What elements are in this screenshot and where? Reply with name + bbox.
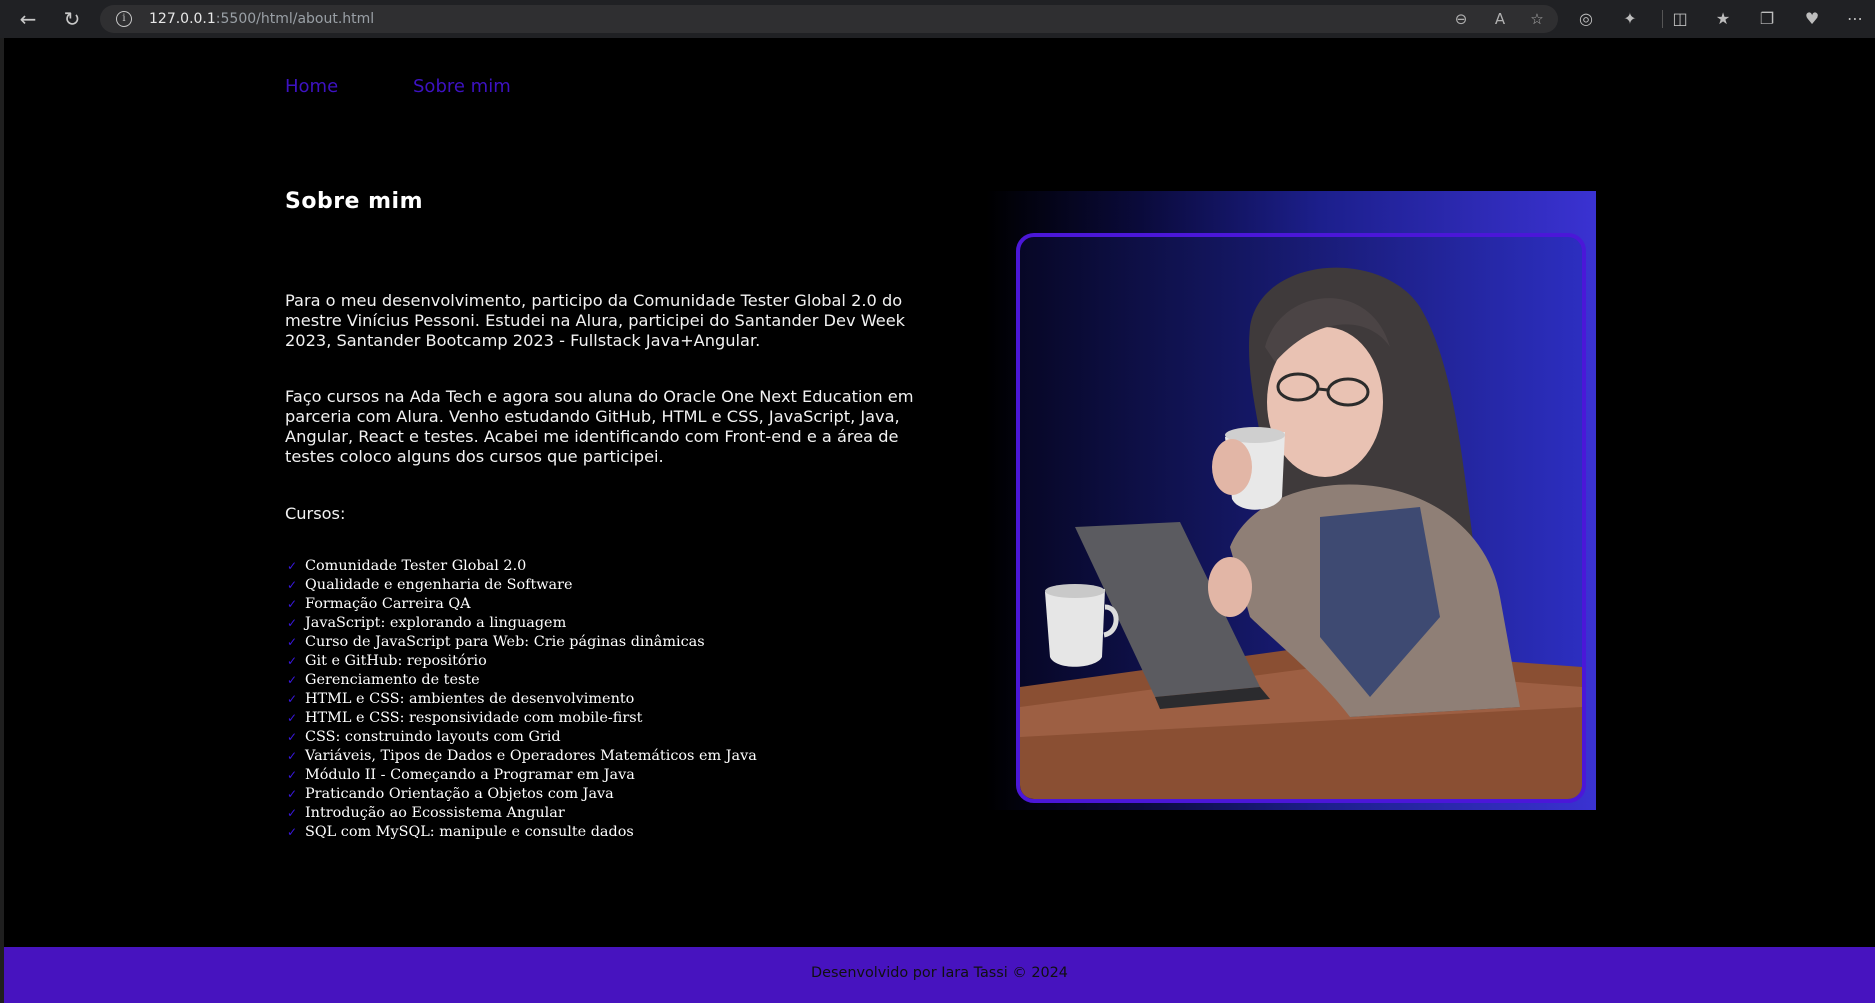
footer-credit: Desenvolvido por Iara Tassi © 2024 [811,965,1068,981]
favorite-star-icon[interactable]: ☆ [1528,10,1546,28]
about-paragraph-2: Faço cursos na Ada Tech e agora sou alun… [285,387,914,466]
checkmark-icon: ✓ [287,787,298,801]
course-name: Módulo II - Começando a Programar em Jav… [305,767,635,783]
checkmark-icon: ✓ [287,559,298,573]
checkmark-icon: ✓ [287,597,298,611]
course-list-item: ✓ Módulo II - Começando a Programar em Ja… [285,766,757,785]
page-title: Sobre mim [285,189,424,214]
checkmark-icon: ✓ [287,616,298,630]
profile-illustration [986,191,1596,810]
course-name: Curso de JavaScript para Web: Crie págin… [305,634,705,650]
course-name: HTML e CSS: ambientes de desenvolvimento [305,691,635,707]
course-list-item: ✓ Curso de JavaScript para Web: Crie pági… [285,633,757,652]
checkmark-icon: ✓ [287,578,298,592]
nav-link-about[interactable]: Sobre mim [413,76,511,97]
more-menu-icon[interactable]: ⋯ [1845,9,1865,29]
course-name: JavaScript: explorando a linguagem [305,615,567,631]
page-viewport: Home Sobre mim Sobre mim Para o meu dese… [4,38,1875,1003]
course-list-item: ✓ SQL com MySQL: manipule e consulte dado… [285,823,757,842]
split-screen-icon[interactable]: ◫ [1670,9,1690,29]
course-name: Praticando Orientação a Objetos com Java [305,786,614,802]
checkmark-icon: ✓ [287,806,298,820]
checkmark-icon: ✓ [287,730,298,744]
address-bar[interactable]: i 127.0.0.1:5500/html/about.html ⊖ A ☆ [100,5,1558,33]
course-name: Comunidade Tester Global 2.0 [305,558,527,574]
browser-essentials-icon[interactable]: ♥ [1802,9,1822,29]
nav-link-home[interactable]: Home [285,76,338,97]
checkmark-icon: ✓ [287,654,298,668]
course-list-item: ✓ HTML e CSS: ambientes de desenvolviment… [285,690,757,709]
course-name: Introdução ao Ecossistema Angular [305,805,565,821]
course-name: Gerenciamento de teste [305,672,480,688]
checkmark-icon: ✓ [287,768,298,782]
course-list-item: ✓ Qualidade e engenharia de Software [285,576,757,595]
footer: Desenvolvido por Iara Tassi © 2024 [4,947,1875,1003]
back-arrow-icon[interactable]: ← [16,7,40,31]
course-name: Variáveis, Tipos de Dados e Operadores M… [305,748,757,764]
course-list-item: ✓ HTML e CSS: responsividade com mobile-f… [285,709,757,728]
illustration-frame [1016,233,1586,803]
course-name: Formação Carreira QA [305,596,471,612]
about-section: Sobre mim Para o meu desenvolvimento, pa… [285,189,915,840]
course-name: HTML e CSS: responsividade com mobile-fi… [305,710,643,726]
course-list-item: ✓ CSS: construindo layouts com Grid [285,728,757,747]
course-list-item: ✓ Gerenciamento de teste [285,671,757,690]
course-name: CSS: construindo layouts com Grid [305,729,561,745]
reload-icon[interactable]: ↻ [60,7,84,31]
checkmark-icon: ✓ [287,711,298,725]
toolbar-divider [1662,10,1663,28]
courses-label: Cursos: [285,504,346,523]
zoom-icon[interactable]: ⊖ [1452,10,1470,28]
checkmark-icon: ✓ [287,692,298,706]
course-name: Git e GitHub: repositório [305,653,487,669]
woman-drinking-coffee-illustration [1020,267,1582,799]
course-list-item: ✓ Introdução ao Ecossistema Angular [285,804,757,823]
course-name: SQL com MySQL: manipule e consulte dados [305,824,634,840]
site-info-icon[interactable]: i [116,11,132,27]
course-name: Qualidade e engenharia de Software [305,577,573,593]
read-aloud-icon[interactable]: A [1491,10,1509,28]
checkmark-icon: ✓ [287,673,298,687]
course-list-item: ✓ Formação Carreira QA [285,595,757,614]
about-paragraph-1: Para o meu desenvolvimento, participo da… [285,291,906,350]
media-icon[interactable]: ◎ [1576,9,1596,29]
favorites-icon[interactable]: ★ [1713,9,1733,29]
checkmark-icon: ✓ [287,749,298,763]
course-list: ✓ Comunidade Tester Global 2.0 ✓ Qualidade … [285,557,757,842]
checkmark-icon: ✓ [287,635,298,649]
course-list-item: ✓ Git e GitHub: repositório [285,652,757,671]
browser-toolbar: ← ↻ i 127.0.0.1:5500/html/about.html ⊖ A… [0,0,1875,38]
checkmark-icon: ✓ [287,825,298,839]
course-list-item: ✓ JavaScript: explorando a linguagem [285,614,757,633]
course-list-item: ✓ Variáveis, Tipos de Dados e Operadores … [285,747,757,766]
collections-icon[interactable]: ❐ [1757,9,1777,29]
course-list-item: ✓ Comunidade Tester Global 2.0 [285,557,757,576]
url-text[interactable]: 127.0.0.1:5500/html/about.html [149,11,374,27]
course-list-item: ✓ Praticando Orientação a Objetos com Jav… [285,785,757,804]
extensions-icon[interactable]: ✦ [1620,9,1640,29]
